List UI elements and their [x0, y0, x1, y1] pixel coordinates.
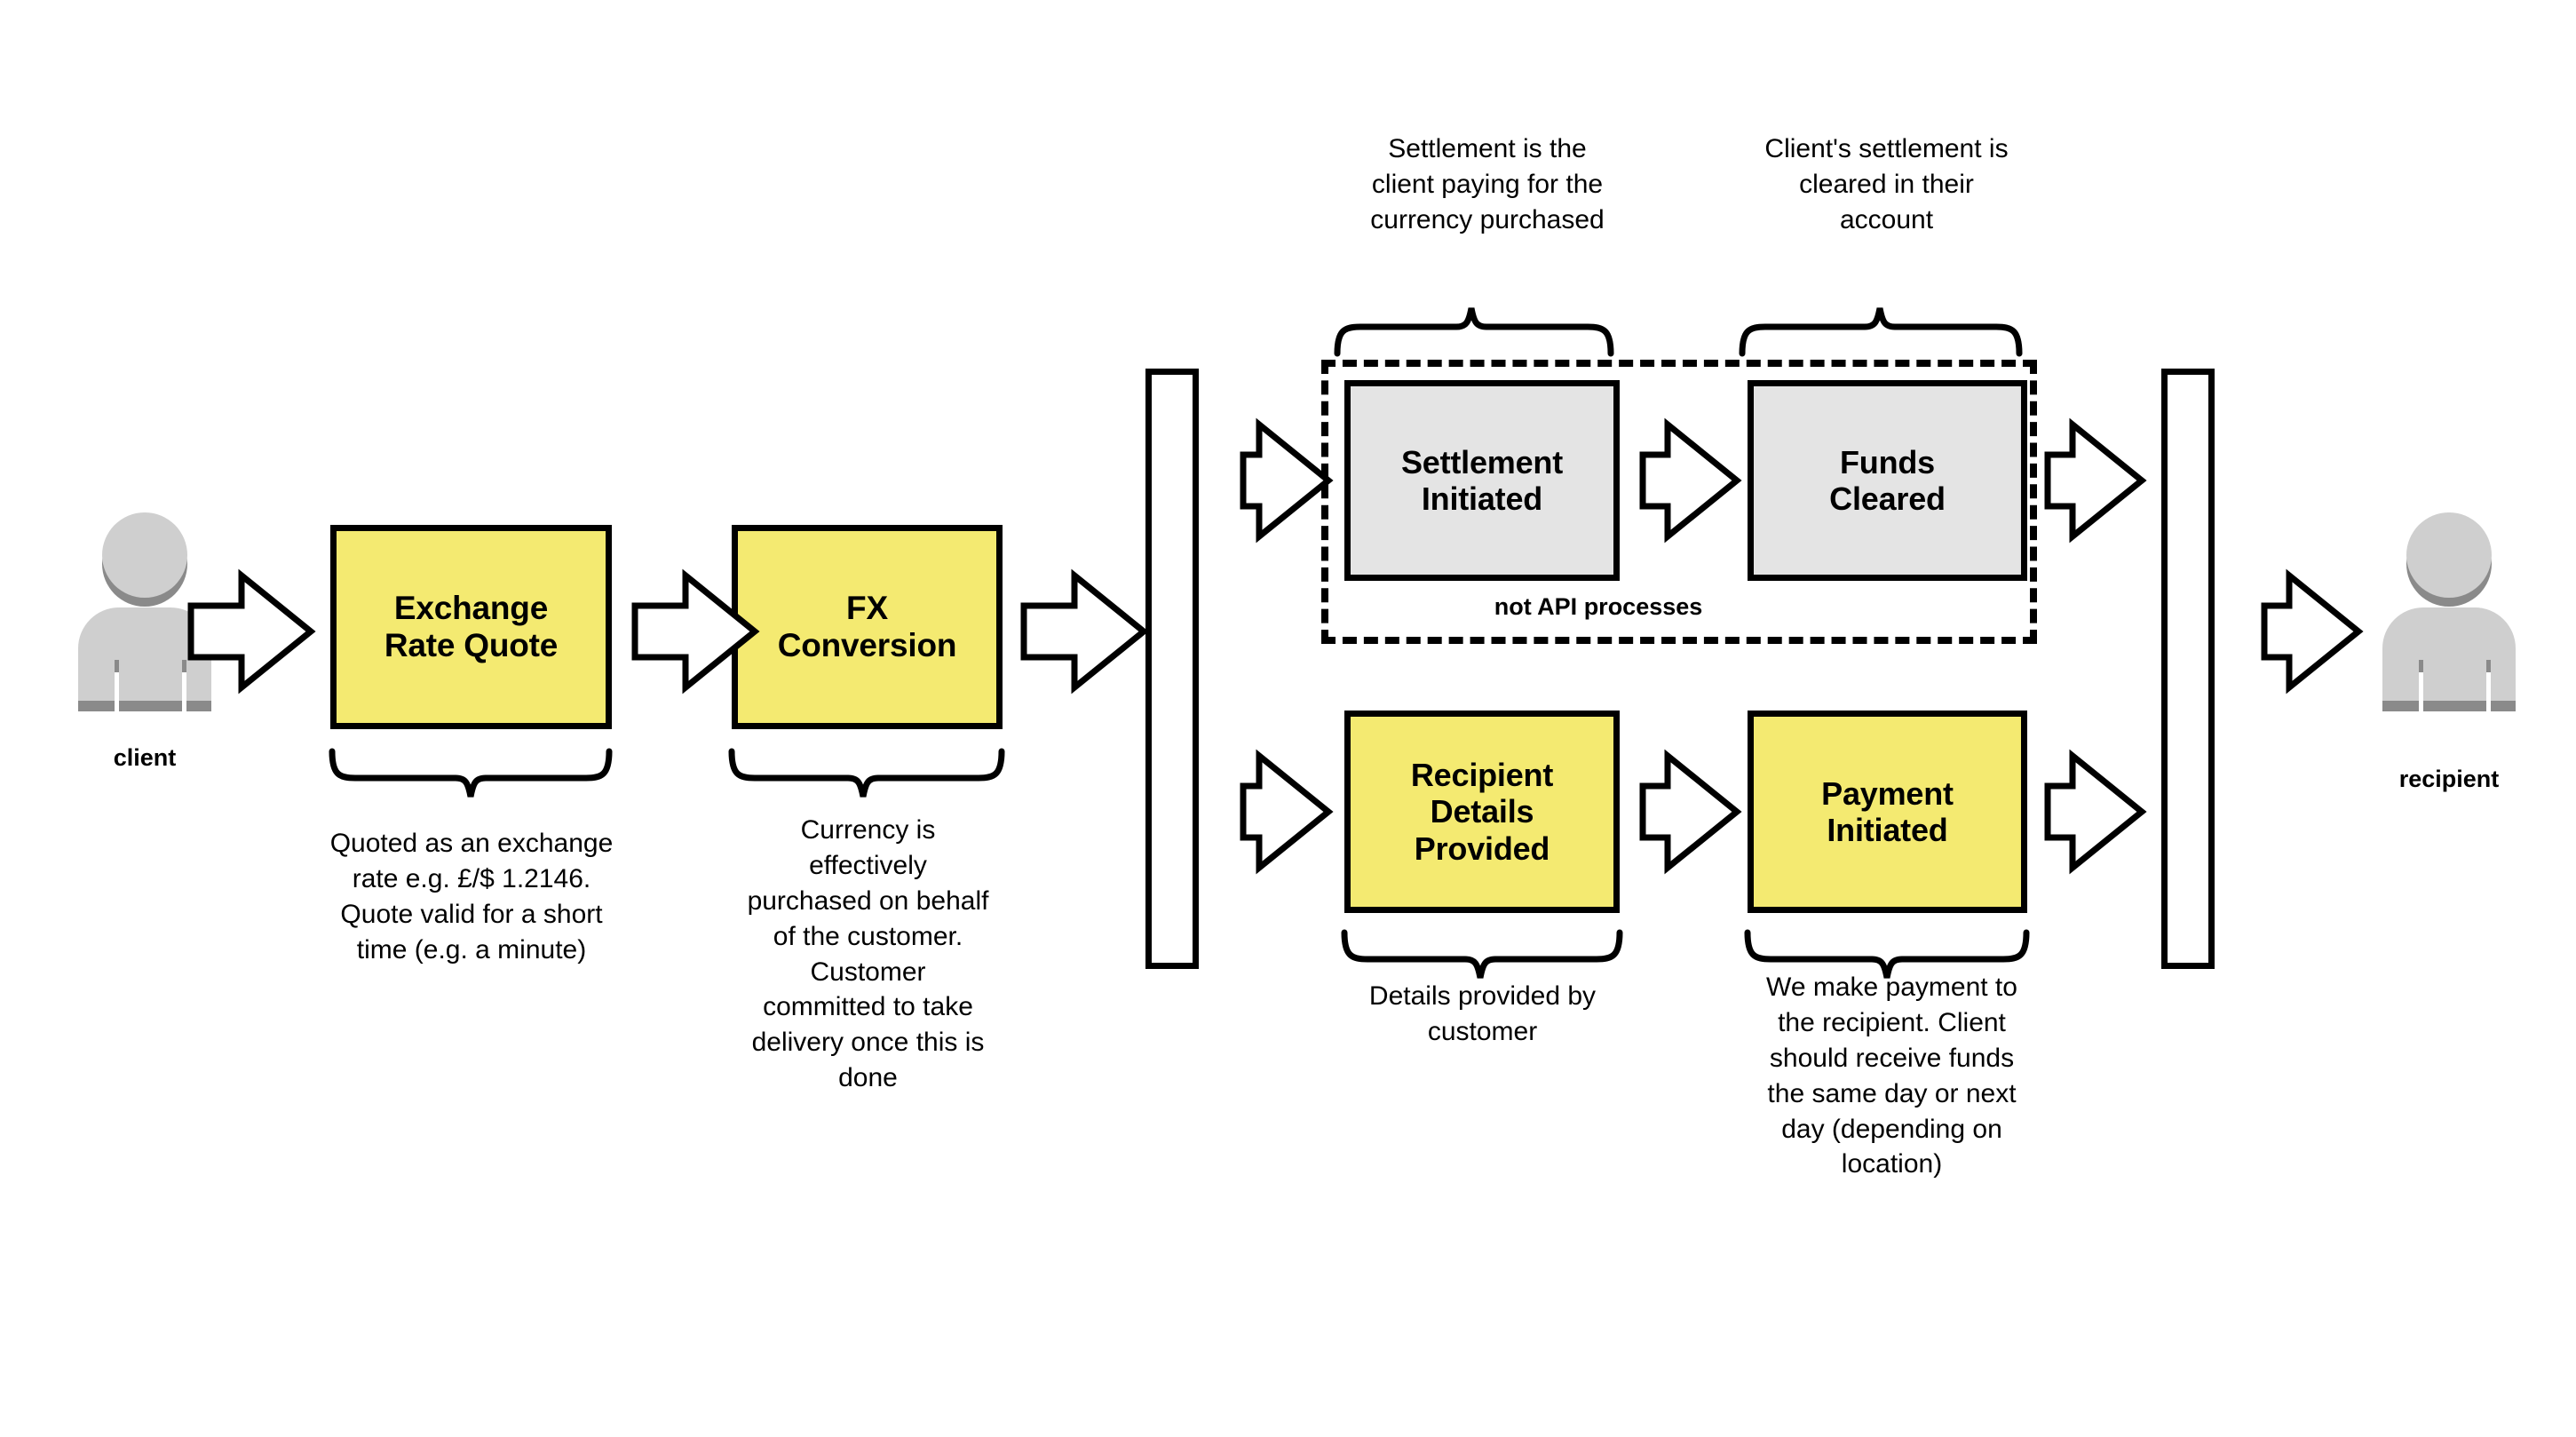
box-settlement-initiated[interactable]: Settlement Initiated: [1344, 380, 1620, 581]
brace-funds-cleared: [1739, 307, 2023, 357]
caption-fx-conversion: Currency is effectively purchased on beh…: [747, 815, 989, 1093]
box-recipient-details-provided-line3: Provided: [1414, 830, 1550, 867]
arrow-fx-conversion-to-lane: [1020, 568, 1149, 695]
box-recipient-details-provided-text: Recipient Details Provided: [1397, 757, 1567, 866]
arrow-lane-to-recipient-details-provided: [1240, 749, 1334, 875]
box-fx-conversion-text: FX Conversion: [764, 590, 971, 664]
caption-payment-initiated: We make payment to the recipient. Client…: [1766, 973, 2017, 1179]
box-payment-initiated-line1: Payment: [1821, 774, 1954, 812]
arrow-payment-initiated-to-lane: [2044, 749, 2147, 875]
caption-funds-cleared: Client's settlement is cleared in their …: [1764, 134, 2009, 234]
client-person-icon: [78, 511, 211, 768]
recipient-left-slit-top: [2419, 660, 2423, 672]
arrow-funds-cleared-to-lane: [2044, 417, 2147, 544]
caption-recipient-details-provided: Details provided by customer: [1368, 981, 1597, 1046]
box-funds-cleared[interactable]: Funds Cleared: [1748, 380, 2027, 581]
box-funds-cleared-line2: Cleared: [1829, 480, 1946, 517]
box-payment-initiated[interactable]: Payment Initiated: [1748, 711, 2027, 913]
client-right-slit-top: [182, 660, 186, 672]
recipient-label: recipient: [2398, 766, 2500, 792]
box-recipient-details-provided[interactable]: Recipient Details Provided: [1344, 711, 1620, 913]
box-settlement-initiated-text: Settlement Initiated: [1387, 444, 1577, 517]
client-left-slit-top: [115, 660, 119, 672]
client-head: [102, 512, 187, 598]
recipient-body: [2382, 607, 2516, 711]
caption-exchange-rate-quote: Quoted as an exchange rate e.g. £/$ 1.21…: [329, 829, 614, 965]
arrow-recipient-details-provided-to-payment-initiated: [1639, 749, 1742, 875]
box-settlement-initiated-line1: Settlement: [1400, 443, 1564, 480]
box-settlement-initiated-line2: Initiated: [1421, 480, 1543, 517]
box-fx-conversion-line1: FX: [846, 589, 888, 626]
box-fx-conversion[interactable]: FX Conversion: [732, 525, 1003, 729]
box-payment-initiated-line2: Initiated: [1827, 812, 1948, 848]
recipient-base-bar: [2382, 701, 2516, 711]
not-api-processes-label: not API processes: [1494, 593, 1703, 620]
client-label: client: [113, 744, 177, 771]
box-recipient-details-provided-line1: Recipient: [1410, 757, 1554, 794]
box-fx-conversion-line2: Conversion: [777, 627, 957, 663]
box-funds-cleared-text: Funds Cleared: [1815, 444, 1960, 517]
brace-settlement-initiated: [1334, 307, 1614, 357]
caption-settlement-initiated: Settlement is the client paying for the …: [1370, 134, 1605, 234]
recipient-head: [2406, 512, 2492, 598]
recipient-person-icon: [2382, 511, 2516, 768]
box-funds-cleared-line1: Funds: [1840, 443, 1935, 480]
left-lane-separator: [1145, 369, 1199, 969]
box-exchange-rate-quote-line2: Rate Quote: [384, 627, 559, 663]
recipient-right-slit-top: [2486, 660, 2491, 672]
client-base-bar: [78, 701, 211, 711]
diagram-canvas: client Exchange Rate Quote Quoted as an e…: [0, 0, 2576, 1437]
client-body: [78, 607, 211, 711]
arrow-lane-to-settlement-initiated: [1240, 417, 1334, 544]
brace-fx-conversion: [728, 748, 1005, 798]
brace-exchange-rate-quote: [329, 748, 613, 798]
box-payment-initiated-text: Payment Initiated: [1807, 775, 1968, 848]
box-exchange-rate-quote-text: Exchange Rate Quote: [370, 590, 572, 664]
box-exchange-rate-quote[interactable]: Exchange Rate Quote: [330, 525, 612, 729]
arrow-lane-to-recipient: [2261, 568, 2364, 695]
box-recipient-details-provided-line2: Details: [1430, 793, 1534, 830]
box-exchange-rate-quote-line1: Exchange: [393, 589, 549, 626]
brace-recipient-details-provided: [1341, 929, 1623, 979]
right-lane-separator: [2161, 369, 2215, 969]
